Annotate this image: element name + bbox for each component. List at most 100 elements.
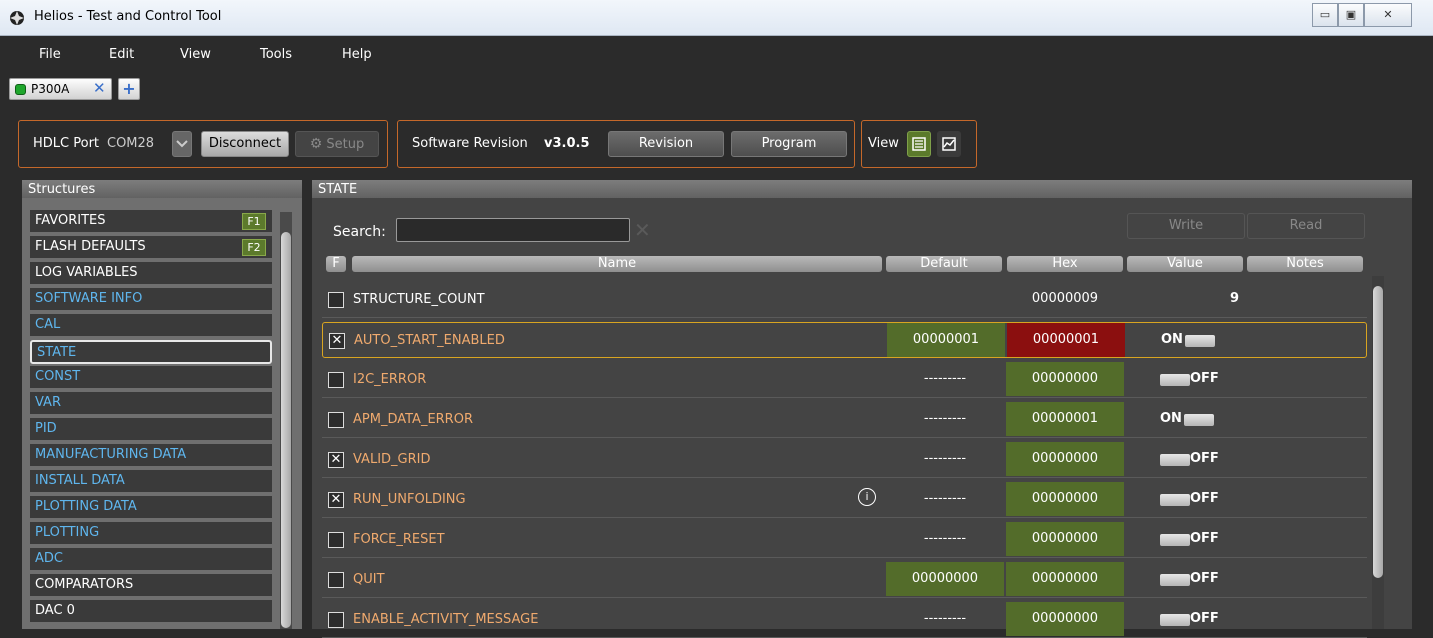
structure-item[interactable]: DAC 0 [30, 600, 272, 624]
value-toggle[interactable] [1160, 374, 1190, 386]
structure-item[interactable]: LOG VARIABLES [30, 262, 272, 286]
structure-item[interactable]: PID [30, 418, 272, 442]
structure-item[interactable]: COMPARATORS [30, 574, 272, 598]
info-icon[interactable]: i [858, 488, 876, 506]
hex-cell[interactable]: 00000000 [1006, 482, 1124, 516]
structure-item[interactable]: STATE [30, 340, 272, 364]
hex-cell[interactable]: 00000001 [1006, 402, 1124, 436]
table-view-button[interactable] [907, 131, 931, 157]
value-toggle[interactable] [1160, 614, 1190, 626]
disconnect-button[interactable]: Disconnect [201, 131, 289, 157]
favorite-checkbox[interactable] [328, 532, 344, 548]
variable-name: ENABLE_ACTIVITY_MESSAGE [353, 612, 539, 627]
write-button[interactable]: Write [1127, 213, 1245, 239]
structure-item[interactable]: FAVORITES F1 [30, 210, 272, 234]
table-row[interactable]: FORCE_RESET --------- 00000000 OFF [322, 522, 1367, 558]
value-text[interactable]: 9 [1230, 282, 1239, 316]
default-cell[interactable]: --------- [886, 602, 1004, 636]
column-notes[interactable]: Notes [1247, 256, 1363, 272]
value-text: OFF [1190, 371, 1219, 386]
value-text: ON [1161, 332, 1183, 347]
value-text: ON [1160, 411, 1182, 426]
hex-cell[interactable]: 00000000 [1006, 522, 1124, 556]
default-cell[interactable]: 00000000 [886, 562, 1004, 596]
hex-cell[interactable]: 00000009 [1006, 282, 1124, 316]
favorite-checkbox[interactable] [328, 412, 344, 428]
table-row[interactable]: STRUCTURE_COUNT 00000009 9 [322, 282, 1367, 318]
column-value[interactable]: Value [1127, 256, 1243, 272]
default-cell[interactable]: --------- [886, 362, 1004, 396]
hex-cell[interactable]: 00000001 [1007, 323, 1125, 357]
default-cell[interactable]: --------- [886, 442, 1004, 476]
structure-item[interactable]: CONST [30, 366, 272, 390]
structure-item[interactable]: SOFTWARE INFO [30, 288, 272, 312]
favorite-checkbox[interactable] [328, 572, 344, 588]
favorite-checkbox[interactable]: ✕ [328, 492, 344, 508]
column-hex[interactable]: Hex [1007, 256, 1123, 272]
structures-scroll-thumb[interactable] [281, 232, 291, 628]
table-row[interactable]: ✕ RUN_UNFOLDING i --------- 00000000 OFF [322, 482, 1367, 518]
default-cell[interactable]: --------- [886, 482, 1004, 516]
table-row[interactable]: ✕ VALID_GRID --------- 00000000 OFF [322, 442, 1367, 478]
revision-button[interactable]: Revision [608, 131, 724, 157]
structure-item[interactable]: PLOTTING DATA [30, 496, 272, 520]
close-button[interactable]: ✕ [1364, 3, 1412, 27]
structure-item[interactable]: INSTALL DATA [30, 470, 272, 494]
hex-cell[interactable]: 00000000 [1006, 602, 1124, 636]
value-toggle[interactable] [1184, 414, 1214, 426]
value-toggle[interactable] [1185, 335, 1215, 347]
structure-item[interactable]: ADC [30, 548, 272, 572]
structure-item[interactable]: PLOTTING [30, 522, 272, 546]
close-tab-icon[interactable]: ✕ [93, 79, 106, 97]
hex-cell[interactable]: 00000000 [1006, 362, 1124, 396]
default-cell[interactable]: 00000001 [887, 323, 1005, 357]
tab-p300a[interactable]: P300A ✕ [9, 78, 112, 100]
table-row[interactable]: I2C_ERROR --------- 00000000 OFF [322, 362, 1367, 398]
minimize-button[interactable]: ▭ [1312, 3, 1338, 27]
value-toggle[interactable] [1160, 534, 1190, 546]
table-row[interactable]: ✕ AUTO_START_ENABLED 00000001 00000001 ON [322, 322, 1367, 358]
default-cell[interactable]: --------- [886, 402, 1004, 436]
table-row[interactable]: QUIT 00000000 00000000 OFF [322, 562, 1367, 598]
search-input[interactable] [396, 218, 630, 242]
hex-cell[interactable]: 00000000 [1006, 442, 1124, 476]
hex-cell[interactable]: 00000000 [1006, 562, 1124, 596]
structure-item[interactable]: VAR [30, 392, 272, 416]
menu-file[interactable]: File [39, 47, 61, 62]
clear-search-icon[interactable]: ✕ [634, 218, 651, 242]
structure-item[interactable]: FLASH DEFAULTS F2 [30, 236, 272, 260]
favorite-checkbox[interactable]: ✕ [329, 333, 345, 349]
column-default[interactable]: Default [886, 256, 1002, 272]
default-cell[interactable] [886, 282, 1004, 316]
add-tab-button[interactable]: + [118, 78, 140, 100]
value-toggle[interactable] [1160, 574, 1190, 586]
favorite-checkbox[interactable] [328, 292, 344, 308]
favorite-checkbox[interactable]: ✕ [328, 452, 344, 468]
table-row[interactable]: ENABLE_ACTIVITY_MESSAGE --------- 00000000… [322, 602, 1367, 638]
menu-help[interactable]: Help [342, 47, 372, 62]
state-scrollbar[interactable] [1372, 276, 1384, 629]
value-toggle[interactable] [1160, 454, 1190, 466]
structure-item[interactable]: CAL [30, 314, 272, 338]
column-f[interactable]: F [326, 256, 346, 272]
menu-edit[interactable]: Edit [109, 47, 134, 62]
structures-scrollbar[interactable] [280, 212, 292, 629]
state-scroll-thumb[interactable] [1373, 286, 1383, 578]
default-cell[interactable]: --------- [886, 522, 1004, 556]
favorite-checkbox[interactable] [328, 372, 344, 388]
column-name[interactable]: Name [352, 256, 882, 272]
structure-item[interactable]: MANUFACTURING DATA [30, 444, 272, 468]
menu-view[interactable]: View [180, 47, 211, 62]
favorite-checkbox[interactable] [328, 612, 344, 628]
read-button[interactable]: Read [1247, 213, 1365, 239]
setup-button[interactable]: ⚙ Setup [295, 131, 379, 157]
value-toggle[interactable] [1160, 494, 1190, 506]
software-revision-label: Software Revision [412, 136, 528, 151]
program-button[interactable]: Program [731, 131, 847, 157]
maximize-button[interactable]: ▣ [1338, 3, 1364, 27]
hdlc-port-label: HDLC Port [33, 136, 100, 151]
menu-tools[interactable]: Tools [260, 47, 292, 62]
chart-view-button[interactable] [937, 131, 961, 157]
port-dropdown-button[interactable] [172, 131, 192, 157]
table-row[interactable]: APM_DATA_ERROR --------- 00000001 ON [322, 402, 1367, 438]
